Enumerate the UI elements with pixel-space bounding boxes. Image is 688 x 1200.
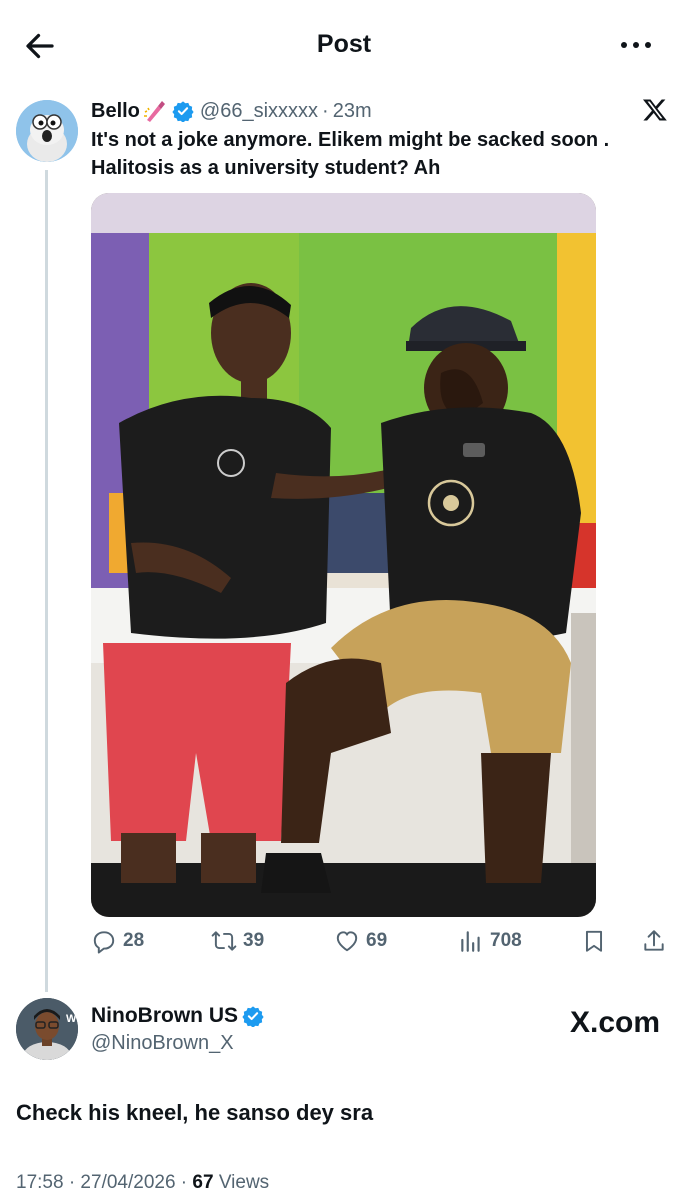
page-title: Post bbox=[316, 30, 372, 58]
views-count: 67 bbox=[192, 1172, 214, 1193]
avatar[interactable]: W bbox=[16, 998, 78, 1060]
verified-badge-icon bbox=[172, 101, 194, 122]
quoted-post-text: It's not a joke anymore. Elikem might be… bbox=[91, 129, 610, 179]
quoted-post-header: Bello @66_sixxxxx · 23m bbox=[91, 98, 372, 124]
like-count: 69 bbox=[366, 930, 388, 951]
post-photo[interactable] bbox=[91, 193, 596, 917]
repost-count: 39 bbox=[243, 930, 265, 951]
repost-icon bbox=[211, 931, 237, 951]
photo-illustration bbox=[91, 193, 596, 917]
x-com-brand-link[interactable]: X.com bbox=[570, 1006, 660, 1040]
thread-connector bbox=[45, 170, 48, 992]
more-horizontal-icon[interactable] bbox=[618, 30, 654, 60]
views-button[interactable]: 708 bbox=[458, 928, 522, 954]
post-actions: 28 39 69 708 bbox=[91, 928, 671, 960]
like-button[interactable]: 69 bbox=[334, 928, 387, 954]
reply-author-header: NinoBrown US bbox=[91, 1004, 270, 1028]
views-chart-icon bbox=[461, 931, 480, 952]
heart-icon bbox=[336, 931, 358, 952]
author-name[interactable]: NinoBrown US bbox=[91, 1004, 238, 1028]
share-button[interactable] bbox=[641, 928, 673, 954]
reply-count: 28 bbox=[123, 930, 145, 951]
reply-icon bbox=[93, 931, 115, 954]
verified-badge-icon bbox=[242, 1006, 264, 1027]
reply-button[interactable]: 28 bbox=[91, 928, 144, 954]
top-bar: Post bbox=[0, 0, 688, 90]
post-time[interactable]: 23m bbox=[333, 100, 372, 123]
author-handle[interactable]: @NinoBrown_X bbox=[91, 1032, 234, 1055]
author-name[interactable]: Bello bbox=[91, 100, 140, 123]
svg-text:W: W bbox=[66, 1013, 77, 1025]
nail-polish-icon bbox=[143, 101, 165, 122]
share-icon bbox=[644, 930, 664, 951]
author-handle[interactable]: @66_sixxxxx bbox=[200, 100, 318, 123]
repost-button[interactable]: 39 bbox=[211, 928, 264, 954]
views-count: 708 bbox=[490, 930, 522, 951]
separator: · bbox=[322, 99, 329, 122]
avatar[interactable] bbox=[16, 100, 78, 162]
reply-post-text: Check his kneel, he sanso dey sra bbox=[16, 1100, 374, 1125]
post-meta: 17:58 · 27/04/2026 · 67 Views bbox=[16, 1172, 269, 1194]
x-logo-icon bbox=[642, 99, 667, 121]
bookmark-icon bbox=[585, 930, 603, 952]
views-label: Views bbox=[218, 1172, 270, 1193]
post-timestamp[interactable]: 17:58 · 27/04/2026 · bbox=[16, 1172, 187, 1193]
bookmark-button[interactable] bbox=[581, 928, 613, 954]
